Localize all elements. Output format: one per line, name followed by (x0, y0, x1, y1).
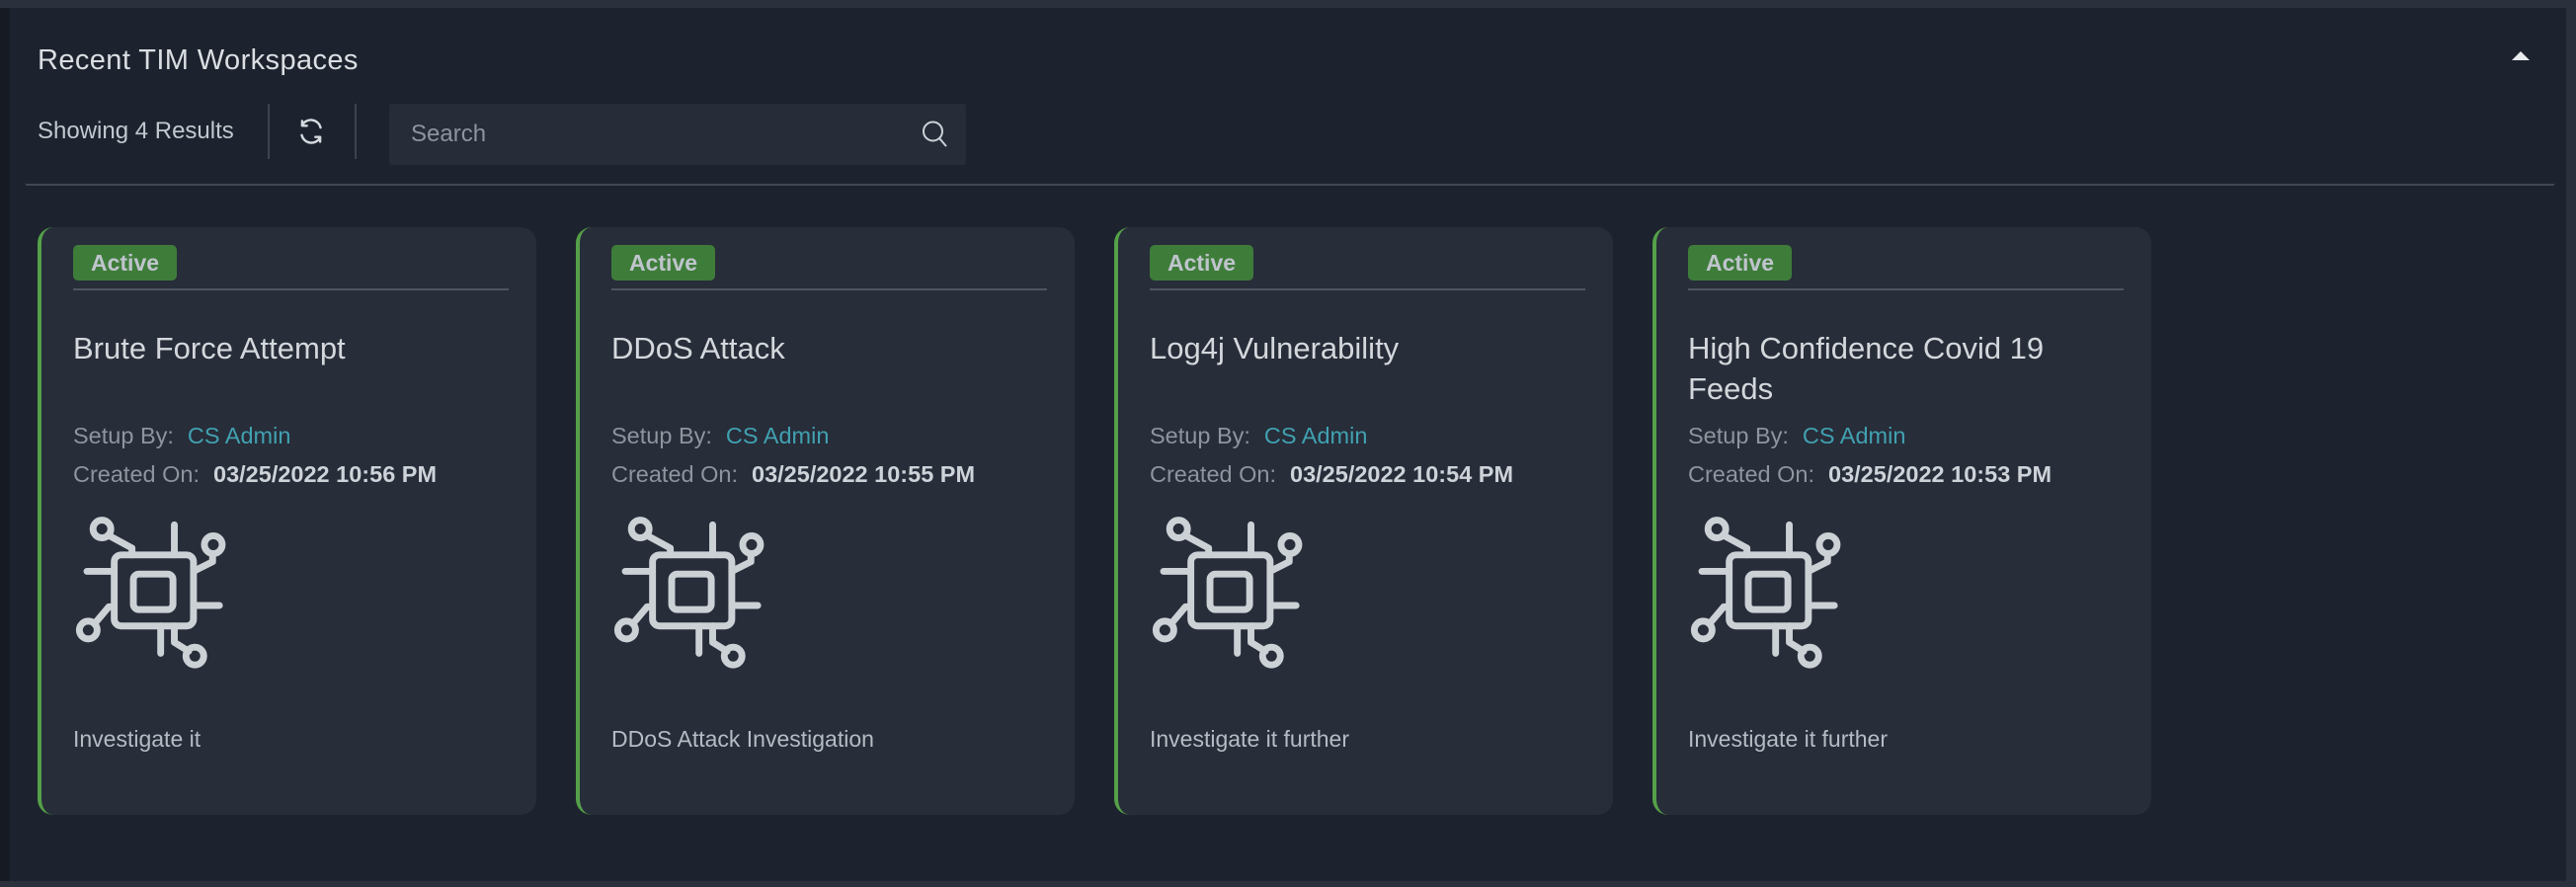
card-divider (1150, 288, 1585, 290)
workspace-card-grid: Active Brute Force Attempt Setup By: CS A… (38, 227, 2151, 815)
setup-by-row: Setup By: CS Admin (1150, 417, 1593, 455)
workspace-card[interactable]: Active High Confidence Covid 19 Feeds Se… (1652, 227, 2151, 815)
page-title: Recent TIM Workspaces (38, 44, 359, 77)
circuit-chip-icon (1684, 506, 1848, 670)
setup-by-row: Setup By: CS Admin (611, 417, 1055, 455)
card-divider (73, 288, 509, 290)
workspace-title: Brute Force Attempt (73, 328, 511, 368)
toolbar-divider-right (355, 104, 357, 159)
setup-by-label: Setup By: (611, 423, 712, 448)
setup-by-user-link[interactable]: CS Admin (1264, 423, 1368, 448)
header-divider (26, 184, 2554, 186)
card-divider (1688, 288, 2124, 290)
refresh-button[interactable] (293, 114, 329, 149)
circuit-chip-icon (607, 506, 771, 670)
created-on-value: 03/25/2022 10:54 PM (1290, 461, 1513, 487)
workspace-title: High Confidence Covid 19 Feeds (1688, 328, 2126, 409)
workspace-meta: Setup By: CS Admin Created On: 03/25/2022 … (1688, 417, 2132, 494)
workspace-description: Investigate it (73, 726, 517, 753)
results-count: Showing 4 Results (38, 117, 234, 146)
created-on-label: Created On: (73, 461, 200, 487)
status-badge: Active (1150, 245, 1253, 281)
created-on-value: 03/25/2022 10:55 PM (752, 461, 975, 487)
created-on-label: Created On: (611, 461, 738, 487)
created-on-row: Created On: 03/25/2022 10:54 PM (1150, 455, 1593, 494)
workspace-meta: Setup By: CS Admin Created On: 03/25/2022 … (1150, 417, 1593, 494)
workspace-description: Investigate it further (1150, 726, 1593, 753)
workspace-meta: Setup By: CS Admin Created On: 03/25/2022 … (611, 417, 1055, 494)
created-on-label: Created On: (1688, 461, 1814, 487)
circuit-chip-icon (69, 506, 233, 670)
setup-by-label: Setup By: (1688, 423, 1789, 448)
created-on-value: 03/25/2022 10:53 PM (1828, 461, 2052, 487)
search-icon[interactable] (919, 118, 952, 151)
setup-by-label: Setup By: (1150, 423, 1250, 448)
setup-by-user-link[interactable]: CS Admin (188, 423, 291, 448)
workspace-meta: Setup By: CS Admin Created On: 03/25/2022 … (73, 417, 517, 494)
status-badge: Active (611, 245, 715, 281)
search-box (389, 104, 966, 165)
circuit-chip-icon (1146, 506, 1310, 670)
status-badge: Active (73, 245, 177, 281)
status-badge: Active (1688, 245, 1792, 281)
setup-by-user-link[interactable]: CS Admin (1803, 423, 1906, 448)
workspace-card[interactable]: Active DDoS Attack Setup By: CS Admin Cre… (576, 227, 1075, 815)
created-on-value: 03/25/2022 10:56 PM (213, 461, 437, 487)
setup-by-user-link[interactable]: CS Admin (726, 423, 830, 448)
created-on-row: Created On: 03/25/2022 10:53 PM (1688, 455, 2132, 494)
workspace-title: DDoS Attack (611, 328, 1049, 368)
setup-by-row: Setup By: CS Admin (73, 417, 517, 455)
workspace-card[interactable]: Active Brute Force Attempt Setup By: CS A… (38, 227, 536, 815)
workspace-card[interactable]: Active Log4j Vulnerability Setup By: CS A… (1114, 227, 1613, 815)
left-edge-strip (0, 8, 10, 881)
caret-up-icon (2512, 51, 2530, 60)
recent-tim-workspaces-panel: Recent TIM Workspaces Showing 4 Results … (10, 8, 2566, 881)
toolbar-divider-left (268, 104, 270, 159)
workspace-description: DDoS Attack Investigation (611, 726, 1055, 753)
setup-by-row: Setup By: CS Admin (1688, 417, 2132, 455)
created-on-row: Created On: 03/25/2022 10:56 PM (73, 455, 517, 494)
card-divider (611, 288, 1047, 290)
created-on-row: Created On: 03/25/2022 10:55 PM (611, 455, 1055, 494)
setup-by-label: Setup By: (73, 423, 174, 448)
search-input[interactable] (389, 104, 966, 165)
created-on-label: Created On: (1150, 461, 1276, 487)
workspace-description: Investigate it further (1688, 726, 2132, 753)
refresh-icon (293, 114, 329, 149)
workspace-title: Log4j Vulnerability (1150, 328, 1587, 368)
collapse-panel-button[interactable] (2503, 43, 2538, 67)
